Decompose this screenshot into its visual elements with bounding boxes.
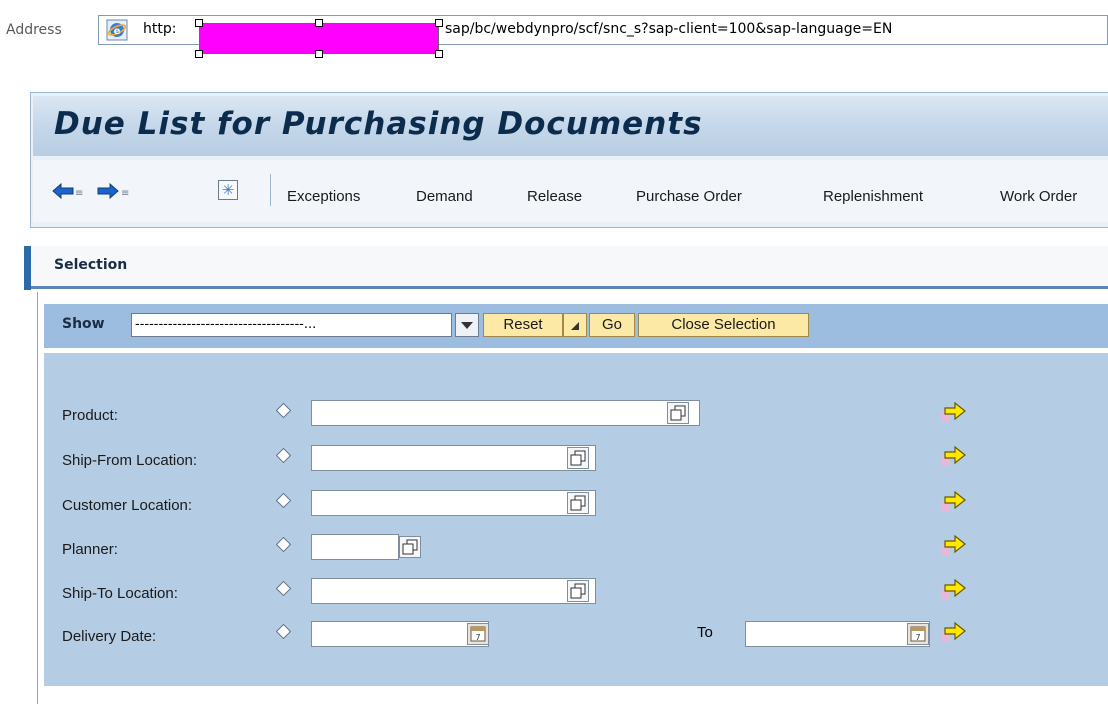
menu-release[interactable]: Release (527, 188, 582, 205)
reset-button[interactable]: Reset (483, 313, 563, 337)
address-bar: Address e http: sap/bc/webdynpro/scf/snc… (0, 0, 1108, 60)
back-arrow-icon[interactable] (52, 183, 74, 199)
to-label: To (697, 624, 713, 641)
value-help-icon[interactable] (567, 580, 589, 602)
calendar-icon[interactable]: 7 (907, 623, 929, 645)
redaction-handle (195, 19, 203, 27)
menu-replenishment[interactable]: Replenishment (823, 188, 923, 205)
calendar-icon[interactable]: 7 (467, 623, 489, 645)
selection-header[interactable] (31, 246, 1108, 286)
reset-menu-button[interactable] (563, 313, 587, 337)
multiple-selection-arrow-icon[interactable] (940, 577, 968, 601)
delivery-date-to-input[interactable] (745, 621, 930, 647)
multiple-selection-arrow-icon[interactable] (940, 620, 968, 644)
svg-text:7: 7 (915, 633, 920, 642)
show-label: Show (62, 316, 105, 332)
redaction-handle (315, 19, 323, 27)
new-icon[interactable]: ✳ (218, 180, 238, 200)
selection-marker (24, 246, 31, 290)
delivery-date-from-input[interactable] (311, 621, 489, 647)
multiple-selection-arrow-icon[interactable] (940, 533, 968, 557)
value-help-icon[interactable] (567, 447, 589, 469)
selection-title: Selection (54, 257, 128, 273)
ship-to-location-input[interactable] (311, 578, 596, 604)
customer-location-label: Customer Location: (62, 497, 193, 514)
ie-page-icon: e (106, 19, 128, 41)
selection-underline (31, 286, 1108, 289)
value-help-icon[interactable] (399, 536, 421, 558)
redaction-handle (315, 50, 323, 58)
back-history-icon[interactable]: ≡ (75, 188, 83, 199)
multiple-selection-arrow-icon[interactable] (940, 444, 968, 468)
customer-location-input[interactable] (311, 490, 596, 516)
ship-to-location-label: Ship-To Location: (62, 585, 178, 602)
forward-history-icon[interactable]: ≡ (121, 188, 129, 199)
address-url-path: sap/bc/webdynpro/scf/snc_s?sap-client=10… (445, 21, 893, 37)
product-label: Product: (62, 407, 118, 424)
svg-text:7: 7 (475, 633, 480, 642)
ship-from-location-input[interactable] (311, 445, 596, 471)
ship-from-location-label: Ship-From Location: (62, 452, 198, 469)
show-dropdown-button[interactable] (455, 313, 479, 337)
planner-input[interactable] (311, 534, 399, 560)
close-selection-button[interactable]: Close Selection (638, 313, 809, 337)
go-button[interactable]: Go (589, 313, 635, 337)
forward-arrow-icon[interactable] (97, 183, 119, 199)
value-help-icon[interactable] (567, 492, 589, 514)
show-select[interactable]: ------------------------------------... (131, 313, 452, 337)
address-url-prefix: http: (143, 21, 177, 37)
value-help-icon[interactable] (667, 402, 689, 424)
toolbar-separator (270, 174, 271, 206)
menu-exceptions[interactable]: Exceptions (287, 188, 360, 205)
multiple-selection-arrow-icon[interactable] (940, 400, 968, 424)
multiple-selection-arrow-icon[interactable] (940, 489, 968, 513)
menu-demand[interactable]: Demand (416, 188, 473, 205)
redaction-handle (435, 19, 443, 27)
menu-work-order[interactable]: Work Order (1000, 188, 1077, 205)
delivery-date-label: Delivery Date: (62, 628, 157, 645)
svg-text:e: e (114, 26, 121, 37)
redaction-handle (435, 50, 443, 58)
menu-purchase-order[interactable]: Purchase Order (636, 188, 742, 205)
redaction-handle (195, 50, 203, 58)
planner-label: Planner: (62, 541, 118, 558)
page-title: Due List for Purchasing Documents (54, 106, 703, 142)
address-label: Address (6, 22, 62, 38)
product-input[interactable] (311, 400, 700, 426)
